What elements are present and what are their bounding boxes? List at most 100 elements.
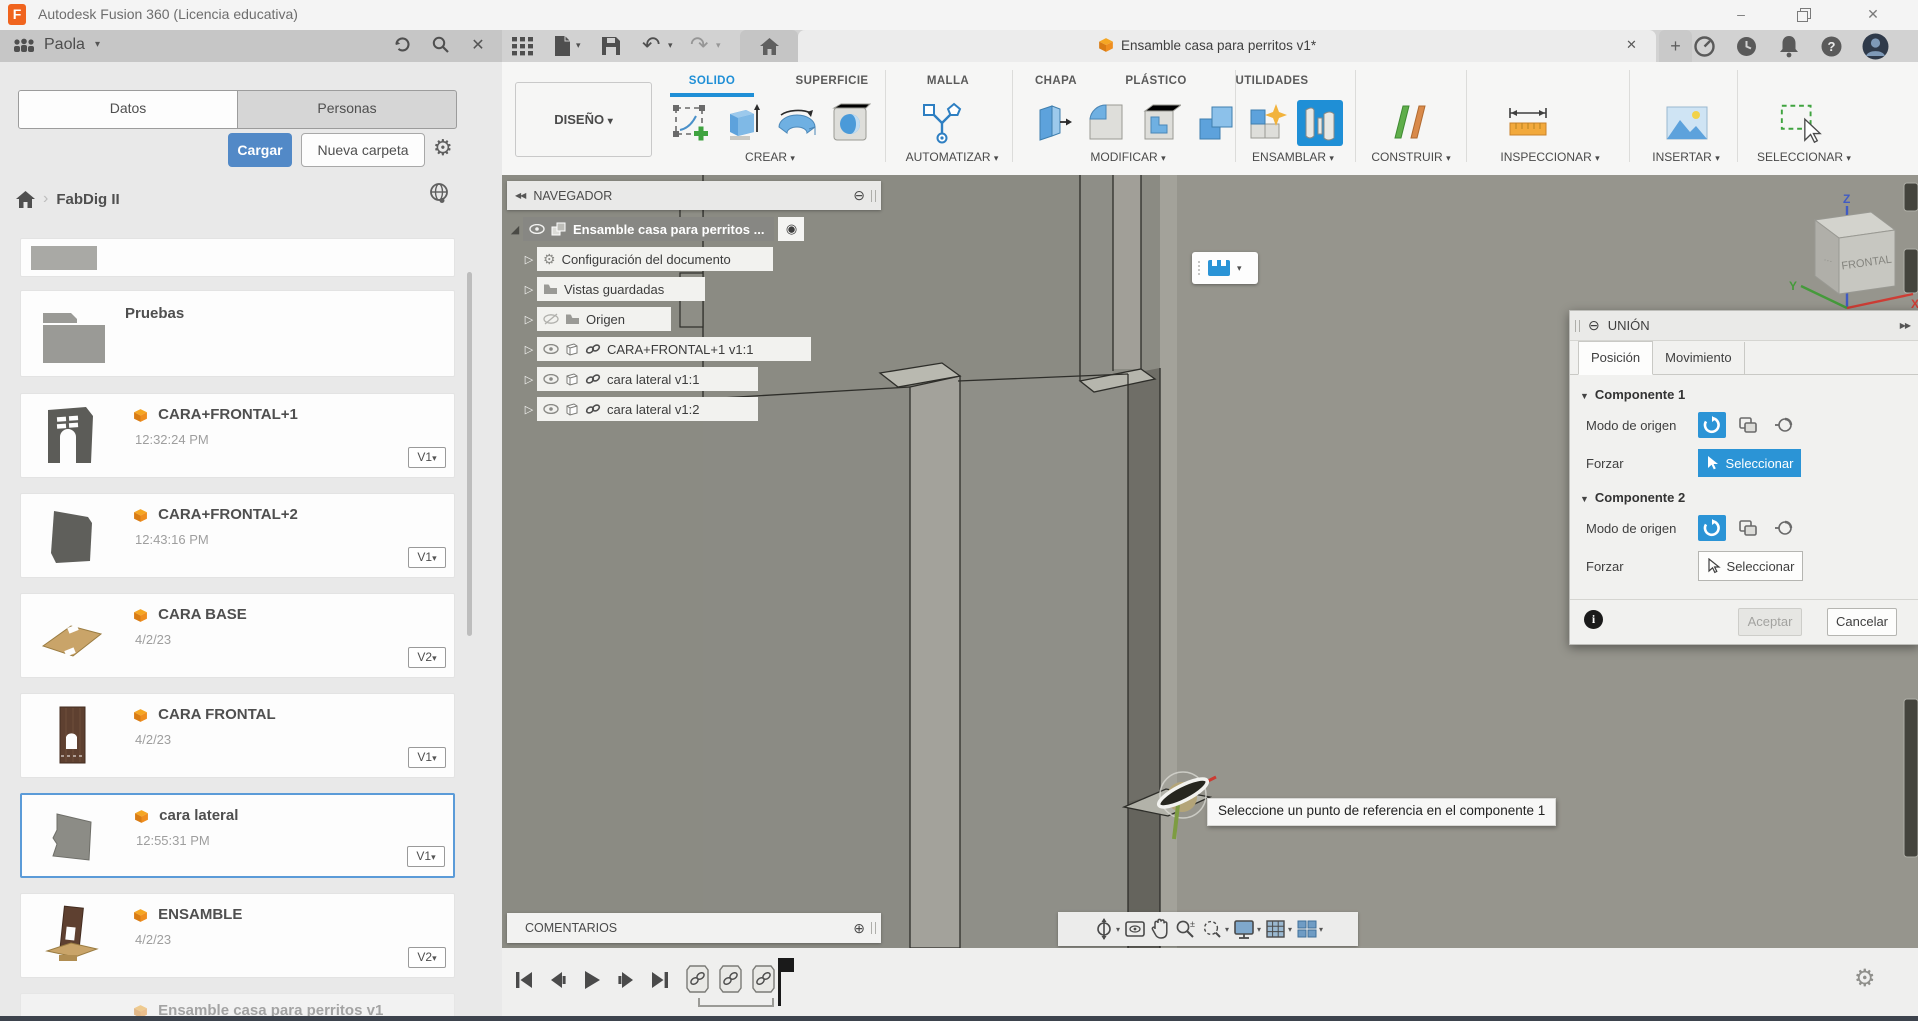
timeline-marker-flag[interactable] <box>781 958 794 972</box>
grid-snap-tool[interactable]: ▾ <box>1265 919 1292 939</box>
revolve-button[interactable] <box>774 100 820 146</box>
chevron-down-icon[interactable]: ▾ <box>668 40 673 51</box>
origin-mode-set-button[interactable] <box>1734 515 1762 541</box>
orbit-tool[interactable]: ▾ <box>1093 918 1120 940</box>
list-item[interactable]: CARA+FRONTAL+1 12:32:24 PM V1▾ <box>20 393 455 478</box>
measure-button[interactable] <box>1505 100 1551 146</box>
undo-icon[interactable]: ↶ <box>642 32 660 58</box>
viewport-3d[interactable]: ◀◀ NAVEGADOR ⊖ ◢ Ensamble casa para perr… <box>502 175 1918 948</box>
select-component2-button[interactable]: Seleccionar <box>1698 551 1803 581</box>
tab-datos[interactable]: Datos <box>19 91 238 128</box>
new-folder-button[interactable]: Nueva carpeta <box>301 133 425 167</box>
version-dropdown[interactable]: V1▾ <box>408 447 446 468</box>
tree-row[interactable]: ▷ Vistas guardadas <box>507 274 881 304</box>
navigator-header[interactable]: ◀◀ NAVEGADOR ⊖ <box>507 181 881 210</box>
list-item[interactable]: CARA BASE 4/2/23 V2▾ <box>20 593 455 678</box>
shell-button[interactable] <box>1138 100 1184 146</box>
redo-icon[interactable]: ↷ <box>690 32 708 58</box>
origin-mode-between-button[interactable] <box>1770 412 1798 438</box>
ribbon-tab-superficie[interactable]: SUPERFICIE <box>795 75 868 87</box>
panel-grip[interactable] <box>871 922 876 934</box>
timeline-step-back-button[interactable] <box>544 966 572 994</box>
fillet-button[interactable] <box>1083 100 1129 146</box>
file-menu-icon[interactable] <box>554 36 571 56</box>
new-component-button[interactable] <box>1245 100 1291 146</box>
accept-button-disabled[interactable]: Aceptar <box>1738 608 1802 636</box>
panel-grip[interactable] <box>871 189 876 202</box>
extensions-icon[interactable] <box>1694 36 1715 57</box>
globe-icon[interactable] <box>428 182 450 204</box>
chevron-down-icon[interactable]: ▾ <box>95 39 100 50</box>
group-label-automatizar[interactable]: AUTOMATIZAR ▾ <box>906 150 999 164</box>
hole-button[interactable] <box>828 100 874 146</box>
breadcrumb-folder[interactable]: FabDig II <box>56 191 119 208</box>
close-panel-button[interactable]: ✕ <box>466 35 490 57</box>
group-label-construir[interactable]: CONSTRUIR ▾ <box>1371 150 1450 164</box>
refresh-button[interactable] <box>390 35 414 57</box>
tree-row[interactable]: ▷ CARA+FRONTAL+1 v1:1 <box>507 334 881 364</box>
add-circle-icon[interactable]: ⊕ <box>853 920 865 937</box>
upload-button[interactable]: Cargar <box>228 133 292 167</box>
tab-movimiento[interactable]: Movimiento <box>1653 342 1745 374</box>
home-icon[interactable] <box>16 190 35 208</box>
version-dropdown[interactable]: V2▾ <box>408 947 446 968</box>
collapse-circle-icon[interactable]: ⊖ <box>1588 317 1600 334</box>
list-item-partial-top[interactable] <box>20 238 455 277</box>
group-label-insertar[interactable]: INSERTAR ▾ <box>1652 150 1719 164</box>
ribbon-tab-malla[interactable]: MALLA <box>927 75 969 87</box>
select-component1-button[interactable]: Seleccionar <box>1698 449 1801 477</box>
timeline-go-end-button[interactable] <box>646 966 674 994</box>
section-componente1[interactable]: ▼ Componente 1 <box>1580 387 1918 402</box>
version-dropdown[interactable]: V1▾ <box>408 547 446 568</box>
gear-icon[interactable]: ⚙ <box>433 135 453 161</box>
help-icon[interactable]: ? <box>1821 36 1842 57</box>
dialog-grip[interactable] <box>1575 319 1580 332</box>
user-avatar[interactable] <box>1862 33 1889 60</box>
section-componente2[interactable]: ▼ Componente 2 <box>1580 490 1918 505</box>
comments-panel[interactable]: COMENTARIOS ⊕ <box>507 913 881 943</box>
dialog-header[interactable]: ⊖ UNIÓN ▶▶ <box>1570 311 1918 341</box>
display-settings-tool[interactable]: ▾ <box>1233 919 1261 940</box>
save-icon[interactable] <box>602 37 620 55</box>
ribbon-tab-utilidades[interactable]: UTILIDADES <box>1236 75 1309 87</box>
minimize-button[interactable]: – <box>1718 0 1764 29</box>
job-status-clock-icon[interactable] <box>1736 36 1757 57</box>
viewports-tool[interactable]: ▾ <box>1296 919 1323 939</box>
timeline-joint-feature[interactable] <box>751 964 776 994</box>
zoom-tool[interactable]: ± <box>1174 918 1196 940</box>
gear-icon[interactable]: ⚙ <box>1854 964 1876 993</box>
ribbon-tab-plastico[interactable]: PLÁSTICO <box>1125 75 1186 87</box>
create-sketch-button[interactable] <box>668 100 714 146</box>
chevron-down-icon[interactable]: ▾ <box>576 40 581 51</box>
close-tab-button[interactable]: ✕ <box>1626 37 1637 53</box>
joint-origin-icon[interactable] <box>1206 257 1232 279</box>
group-label-seleccionar[interactable]: SELECCIONAR ▾ <box>1757 150 1851 164</box>
drag-handle[interactable] <box>1195 261 1203 275</box>
tree-row[interactable]: ▷ cara lateral v1:2 <box>507 394 881 424</box>
version-dropdown[interactable]: V2▾ <box>408 647 446 668</box>
insert-image-button[interactable] <box>1664 100 1710 146</box>
group-label-inspeccionar[interactable]: INSPECCIONAR ▾ <box>1500 150 1599 164</box>
search-button[interactable] <box>428 35 452 57</box>
fit-tool[interactable]: ▾ <box>1200 918 1229 940</box>
timeline-joint-feature[interactable] <box>718 964 743 994</box>
list-item-selected[interactable]: cara lateral 12:55:31 PM V1▾ <box>20 793 455 878</box>
tab-posicion[interactable]: Posición <box>1578 341 1654 375</box>
ribbon-tab-solido[interactable]: SOLIDO <box>689 75 736 87</box>
origin-mode-set-button[interactable] <box>1734 412 1762 438</box>
joint-mini-toolbar[interactable]: ▾ <box>1192 252 1258 284</box>
group-label-crear[interactable]: CREAR ▾ <box>745 150 795 164</box>
timeline-go-start-button[interactable] <box>510 966 538 994</box>
timeline-step-forward-button[interactable] <box>612 966 640 994</box>
chevron-down-icon[interactable]: ▾ <box>716 40 721 51</box>
app-grid-icon[interactable] <box>512 37 534 56</box>
press-pull-button[interactable] <box>1029 100 1075 146</box>
version-dropdown[interactable]: V1▾ <box>408 747 446 768</box>
new-tab-button[interactable]: + <box>1659 30 1692 62</box>
list-item[interactable]: CARA+FRONTAL+2 12:43:16 PM V1▾ <box>20 493 455 578</box>
ribbon-tab-chapa[interactable]: CHAPA <box>1035 75 1077 87</box>
group-label-ensamblar[interactable]: ENSAMBLAR ▾ <box>1252 150 1334 164</box>
workspace-dropdown[interactable]: DISEÑO ▾ <box>515 82 652 157</box>
look-at-tool[interactable] <box>1124 919 1146 939</box>
notifications-bell-icon[interactable] <box>1778 35 1800 58</box>
